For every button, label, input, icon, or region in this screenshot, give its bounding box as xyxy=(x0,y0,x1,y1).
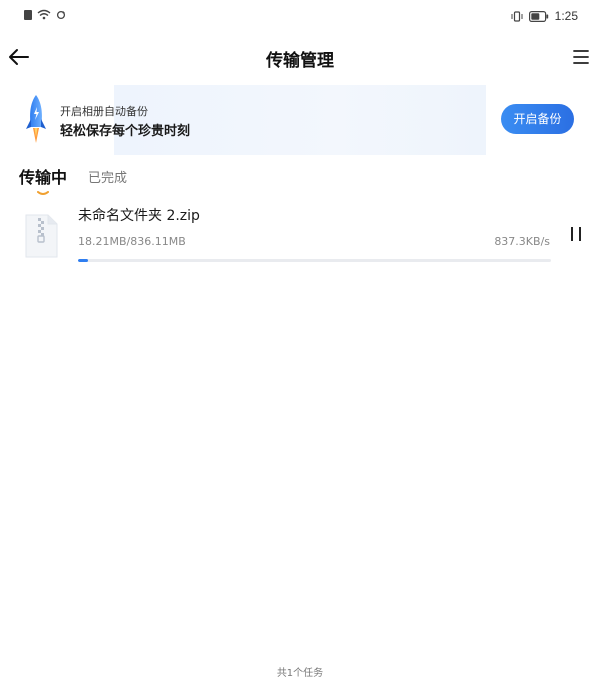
status-left xyxy=(24,9,66,20)
sync-icon xyxy=(56,10,66,19)
menu-icon[interactable] xyxy=(570,46,592,68)
app-bar: 传输管理 xyxy=(0,36,600,80)
sim-icon xyxy=(24,9,32,20)
backup-promo-banner[interactable]: 开启相册自动备份 轻松保存每个珍贵时刻 开启备份 xyxy=(0,85,600,155)
tab-indicator xyxy=(37,191,49,195)
status-time: 1:25 xyxy=(554,9,578,23)
status-right: 1:25 xyxy=(511,9,578,23)
transfer-tabs: 传输中 已完成 xyxy=(0,162,600,195)
pause-icon[interactable] xyxy=(568,225,584,243)
tab-in-progress[interactable]: 传输中 xyxy=(19,164,67,188)
task-count: 共1个任务 xyxy=(276,668,324,679)
file-name: 未命名文件夹 2.zip xyxy=(78,208,200,224)
transfer-row[interactable]: 未命名文件夹 2.zip 18.21MB/836.11MB 837.3KB/s xyxy=(0,200,600,270)
wifi-icon xyxy=(37,9,51,20)
tab-completed[interactable]: 已完成 xyxy=(88,167,127,186)
status-bar: 1:25 xyxy=(0,0,600,32)
progress-fill xyxy=(78,259,89,262)
banner-subtitle: 开启相册自动备份 xyxy=(60,105,148,118)
transfer-speed: 837.3KB/s xyxy=(494,235,550,248)
file-size-progress: 18.21MB/836.11MB xyxy=(78,235,186,248)
banner-headline: 轻松保存每个珍贵时刻 xyxy=(60,124,191,139)
vibrate-icon xyxy=(511,10,523,22)
rocket-icon xyxy=(26,95,46,143)
page-title: 传输管理 xyxy=(266,51,334,71)
progress-bar xyxy=(78,259,551,262)
zip-file-icon xyxy=(25,214,58,258)
battery-icon xyxy=(528,10,548,22)
enable-backup-button[interactable]: 开启备份 xyxy=(501,104,574,134)
